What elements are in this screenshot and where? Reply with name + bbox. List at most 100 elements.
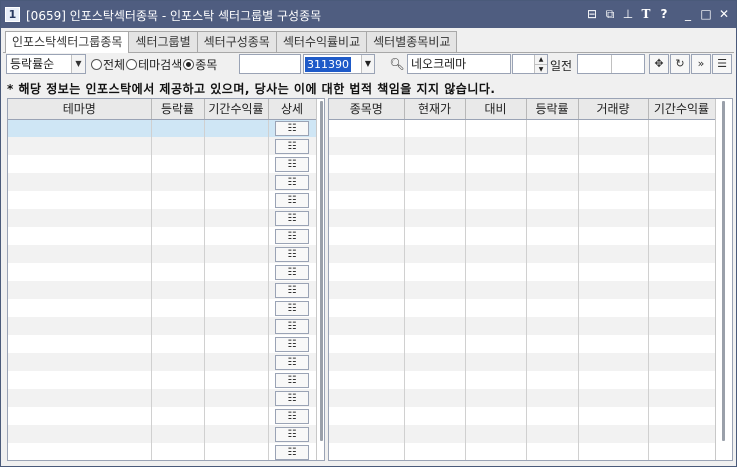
theme-search-field[interactable] — [239, 54, 301, 74]
table-row[interactable]: ☷ — [8, 443, 317, 460]
table-row[interactable]: ☷ — [8, 263, 317, 281]
table-row[interactable] — [329, 299, 716, 317]
refresh-icon[interactable]: ↻ — [670, 54, 690, 74]
detail-icon[interactable]: ☷ — [275, 246, 309, 262]
tab-sector-constituents[interactable]: 섹터구성종목 — [196, 31, 277, 52]
table-row[interactable]: ☷ — [8, 425, 317, 443]
copy-window-icon[interactable]: ⧉ — [602, 6, 618, 22]
header-theme-name[interactable]: 테마명 — [8, 99, 152, 120]
detail-icon[interactable]: ☷ — [275, 174, 309, 190]
next-icon[interactable]: » — [691, 54, 711, 74]
detail-icon[interactable]: ☷ — [275, 228, 309, 244]
tab-sector-return-compare[interactable]: 섹터수익률비교 — [275, 31, 368, 52]
header-period-return[interactable]: 기간수익률 — [648, 99, 716, 120]
table-row[interactable] — [329, 245, 716, 263]
theme-grid-scrollbar[interactable] — [316, 99, 324, 460]
table-row[interactable] — [329, 425, 716, 443]
detail-icon[interactable]: ☷ — [275, 192, 309, 208]
settings-icon[interactable]: ✥ — [649, 54, 669, 74]
header-change[interactable]: 대비 — [465, 99, 527, 120]
table-row[interactable]: ☷ — [8, 389, 317, 407]
table-row[interactable]: ☷ — [8, 353, 317, 371]
header-volume[interactable]: 거래량 — [578, 99, 649, 120]
table-row[interactable] — [329, 119, 716, 137]
scrollbar-thumb[interactable] — [722, 101, 725, 441]
detail-icon[interactable]: ☷ — [275, 318, 309, 334]
date-field[interactable] — [577, 54, 645, 74]
radio-theme-search[interactable]: 테마검색 — [126, 56, 182, 73]
stock-code-input[interactable]: 311390 ▼ — [303, 54, 375, 74]
header-stock-name[interactable]: 종목명 — [329, 99, 405, 120]
table-row[interactable]: ☷ — [8, 137, 317, 155]
table-row[interactable]: ☷ — [8, 119, 317, 137]
detail-icon[interactable]: ☷ — [275, 120, 309, 136]
tab-sector-stock-compare[interactable]: 섹터별종목비교 — [366, 31, 458, 52]
table-row[interactable] — [329, 407, 716, 425]
stock-grid-scrollbar[interactable] — [715, 99, 732, 460]
detail-icon[interactable]: ☷ — [275, 408, 309, 424]
tab-infostock-sector-group-stocks[interactable]: 인포스탁섹터그룹종목 — [5, 31, 130, 53]
table-row[interactable]: ☷ — [8, 407, 317, 425]
table-row[interactable] — [329, 155, 716, 173]
detail-icon[interactable]: ☷ — [275, 264, 309, 280]
scrollbar-thumb[interactable] — [320, 101, 323, 441]
pin-icon[interactable]: ⊥ — [620, 6, 636, 22]
stepper-down-icon[interactable]: ▼ — [535, 64, 547, 73]
header-change-rate[interactable]: 등락률 — [151, 99, 205, 120]
table-row[interactable] — [329, 353, 716, 371]
table-row[interactable]: ☷ — [8, 299, 317, 317]
header-change-rate[interactable]: 등락률 — [526, 99, 579, 120]
table-row[interactable] — [329, 335, 716, 353]
chevron-down-icon[interactable]: ▼ — [361, 55, 374, 73]
table-row[interactable] — [329, 227, 716, 245]
memo-icon[interactable]: ☰ — [712, 54, 732, 74]
table-row[interactable]: ☷ — [8, 371, 317, 389]
radio-all-dot[interactable] — [91, 59, 102, 70]
table-row[interactable]: ☷ — [8, 173, 317, 191]
chevron-down-icon[interactable]: ▼ — [71, 55, 85, 73]
minimize-icon[interactable]: _ — [680, 6, 696, 22]
table-row[interactable]: ☷ — [8, 335, 317, 353]
sort-select[interactable]: 등락률순 ▼ — [6, 54, 86, 74]
help-icon[interactable]: ? — [656, 6, 672, 22]
days-stepper[interactable]: ▲ ▼ — [512, 54, 548, 74]
header-current-price[interactable]: 현재가 — [404, 99, 466, 120]
detail-icon[interactable]: ☷ — [275, 372, 309, 388]
detail-icon[interactable]: ☷ — [275, 156, 309, 172]
header-period-return[interactable]: 기간수익률 — [204, 99, 269, 120]
search-icon[interactable]: 🔍︎ — [388, 55, 406, 73]
table-row[interactable]: ☷ — [8, 191, 317, 209]
table-row[interactable] — [329, 389, 716, 407]
table-row[interactable] — [329, 263, 716, 281]
table-row[interactable] — [329, 173, 716, 191]
detail-icon[interactable]: ☷ — [275, 138, 309, 154]
table-row[interactable]: ☷ — [8, 281, 317, 299]
table-row[interactable] — [329, 137, 716, 155]
close-icon[interactable]: ✕ — [716, 6, 732, 22]
table-row[interactable]: ☷ — [8, 245, 317, 263]
table-row[interactable] — [329, 443, 716, 460]
detail-icon[interactable]: ☷ — [275, 444, 309, 460]
table-row[interactable] — [329, 209, 716, 227]
detail-icon[interactable]: ☷ — [275, 282, 309, 298]
text-size-icon[interactable]: T — [638, 6, 654, 22]
table-row[interactable]: ☷ — [8, 155, 317, 173]
table-row[interactable] — [329, 281, 716, 299]
table-row[interactable]: ☷ — [8, 317, 317, 335]
radio-stock[interactable]: 종목 — [183, 56, 217, 73]
detail-icon[interactable]: ☷ — [275, 300, 309, 316]
detail-icon[interactable]: ☷ — [275, 390, 309, 406]
table-row[interactable] — [329, 317, 716, 335]
table-row[interactable]: ☷ — [8, 209, 317, 227]
restore-window-icon[interactable]: ⊟ — [584, 6, 600, 22]
detail-icon[interactable]: ☷ — [275, 210, 309, 226]
maximize-icon[interactable]: □ — [698, 6, 714, 22]
tab-sector-group[interactable]: 섹터그룹별 — [128, 31, 198, 52]
table-row[interactable] — [329, 371, 716, 389]
radio-theme-search-dot[interactable] — [126, 59, 138, 70]
table-row[interactable]: ☷ — [8, 227, 317, 245]
header-detail[interactable]: 상세 — [268, 99, 317, 120]
detail-icon[interactable]: ☷ — [275, 336, 309, 352]
stepper-up-icon[interactable]: ▲ — [535, 55, 547, 64]
radio-stock-dot[interactable] — [183, 59, 195, 70]
